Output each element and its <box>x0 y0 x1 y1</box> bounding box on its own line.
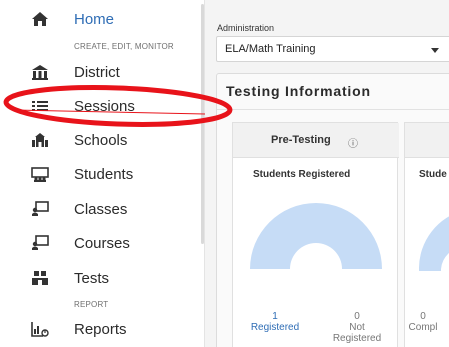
reports-icon <box>30 320 50 338</box>
sidebar-item-sessions[interactable]: Sessions <box>0 89 205 123</box>
sidebar-item-district[interactable]: District <box>0 55 205 89</box>
testing-information-title: Testing Information <box>226 83 371 99</box>
pre-testing-header: Pre-Testing ⓘ <box>233 123 399 158</box>
registered-gauge <box>250 203 382 269</box>
divider <box>217 109 449 110</box>
not-registered-count: 0 <box>354 311 360 322</box>
info-icon[interactable]: ⓘ <box>348 135 358 150</box>
sidebar-item-reports[interactable]: Reports <box>0 312 205 346</box>
sessions-icon <box>30 97 50 115</box>
section-header-create: CREATE, EDIT, MONITOR <box>74 42 174 51</box>
sidebar-item-label: Courses <box>74 234 130 252</box>
testing-information-panel: Testing Information Pre-Testing ⓘ Studen… <box>216 73 449 347</box>
sidebar-item-tests[interactable]: Tests <box>0 261 205 295</box>
registered-count: 1 <box>272 311 278 322</box>
students-icon <box>30 165 50 183</box>
section-header-report: REPORT <box>74 300 109 309</box>
administration-label: Administration <box>217 23 275 33</box>
sidebar-item-home[interactable]: Home <box>0 2 205 36</box>
sidebar-item-label: Schools <box>74 131 128 149</box>
second-gauge-arc <box>419 216 449 271</box>
sidebar-item-students[interactable]: Students <box>0 157 205 191</box>
sidebar-item-label: Reports <box>74 320 127 338</box>
not-registered-label: Not <box>349 322 365 333</box>
sidebar-item-schools[interactable]: Schools <box>0 123 205 157</box>
sidebar-item-label: Home <box>74 10 115 28</box>
registered-stat[interactable]: 1 Registered <box>245 311 305 333</box>
not-registered-label-2: Registered <box>332 333 382 344</box>
sidebar-item-label: Sessions <box>74 97 135 115</box>
classes-icon <box>30 200 50 218</box>
schools-icon <box>30 131 50 149</box>
sidebar-item-label: Classes <box>74 200 128 218</box>
district-icon <box>30 63 50 81</box>
administration-select[interactable]: ELA/Math Training <box>216 36 449 62</box>
registered-gauge-arc <box>250 203 382 269</box>
registered-label: Registered <box>250 322 300 333</box>
not-registered-stat: 0 Not Registered <box>325 311 389 344</box>
sidebar-item-courses[interactable]: Courses <box>0 226 205 260</box>
sidebar-item-label: Students <box>74 165 134 183</box>
completed-stat: 0 Compl <box>403 311 443 333</box>
students-registered-title: Students Registered <box>253 169 351 180</box>
main-content: Administration ELA/Math Training Testing… <box>205 0 449 347</box>
sidebar-item-classes[interactable]: Classes <box>0 192 205 226</box>
caret-down-icon <box>431 48 439 53</box>
home-icon <box>30 10 50 28</box>
completed-count: 0 <box>420 311 426 322</box>
pre-testing-card: Pre-Testing ⓘ Students Registered 1 Regi… <box>232 122 399 347</box>
sidebar-item-label: District <box>74 63 120 81</box>
second-gauge <box>419 216 449 271</box>
pre-testing-title: Pre-Testing <box>271 134 331 146</box>
completed-label: Compl <box>408 322 438 333</box>
testing-card-partial-header <box>405 123 449 158</box>
sidebar-item-label: Tests <box>74 269 110 287</box>
sidebar: Home CREATE, EDIT, MONITOR District Sess… <box>0 0 205 347</box>
tests-icon <box>30 269 50 287</box>
administration-select-value: ELA/Math Training <box>225 43 316 55</box>
courses-icon <box>30 234 50 252</box>
testing-card-partial: Stude 0 Compl <box>404 122 449 347</box>
testing-card-partial-title: Stude <box>419 169 447 180</box>
